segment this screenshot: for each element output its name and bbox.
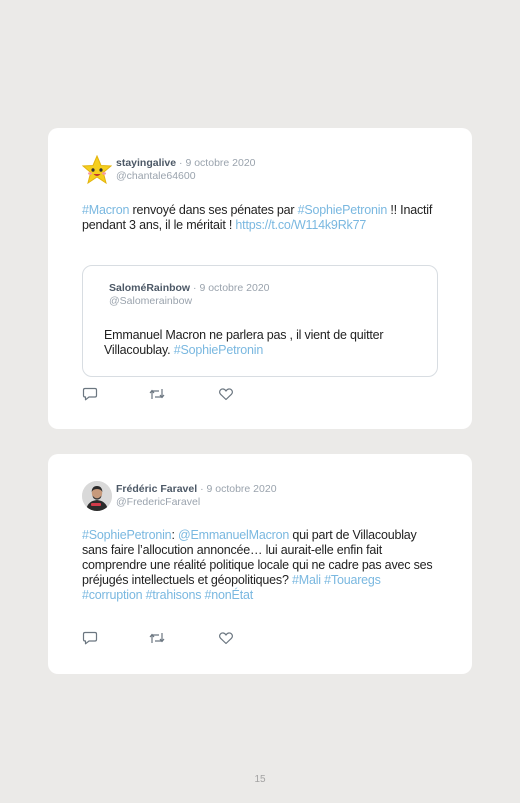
quoted-author-name[interactable]: SaloméRainbow: [109, 282, 190, 294]
url-link[interactable]: https://t.co/W114k9Rk77: [235, 218, 366, 232]
quoted-author-handle[interactable]: @Salomerainbow: [109, 295, 192, 307]
retweet-icon[interactable]: [148, 386, 166, 402]
tweet-card: stayingalive · 9 octobre 2020 @chantale6…: [48, 128, 472, 429]
tweet-date[interactable]: · 9 octobre 2020: [179, 157, 255, 169]
star-smiley-icon: [81, 154, 113, 185]
tweet-header: Frédéric Faravel · 9 octobre 2020 @Frede…: [116, 483, 277, 509]
hashtag-link[interactable]: #SophiePetronin: [298, 203, 388, 217]
author-handle[interactable]: @chantale64600: [116, 170, 196, 182]
retweet-icon[interactable]: [148, 630, 166, 646]
quoted-tweet-text: Emmanuel Macron ne parlera pas , il vien…: [104, 328, 424, 358]
quoted-tweet-header: SaloméRainbow · 9 octobre 2020 @Salomera…: [109, 282, 270, 308]
tweet-text: #SophiePetronin: @EmmanuelMacron qui par…: [82, 528, 438, 603]
quoted-tweet-date[interactable]: · 9 octobre 2020: [193, 282, 269, 294]
author-name[interactable]: Frédéric Faravel: [116, 483, 197, 495]
hashtag-link[interactable]: #SophiePetronin: [174, 343, 264, 357]
tweet-text: #Macron renvoyé dans ses pénates par #So…: [82, 203, 442, 233]
page-number: 15: [254, 774, 266, 785]
tweet-header: stayingalive · 9 octobre 2020 @chantale6…: [116, 157, 256, 183]
hashtag-link[interactable]: #SophiePetronin: [82, 528, 172, 542]
reply-icon[interactable]: [82, 386, 98, 402]
like-icon[interactable]: [218, 386, 234, 402]
tweet-card: Frédéric Faravel · 9 octobre 2020 @Frede…: [48, 454, 472, 674]
quoted-tweet[interactable]: SaloméRainbow · 9 octobre 2020 @Salomera…: [82, 265, 438, 377]
avatar[interactable]: [82, 481, 112, 511]
avatar[interactable]: [81, 154, 113, 185]
author-handle[interactable]: @FredericFaravel: [116, 496, 200, 508]
mention-link[interactable]: @EmmanuelMacron: [178, 528, 289, 542]
person-photo-icon: [82, 481, 112, 511]
hashtag-link[interactable]: #Macron: [82, 203, 129, 217]
text-segment: renvoyé dans ses pénates par: [129, 203, 298, 217]
author-name[interactable]: stayingalive: [116, 157, 176, 169]
like-icon[interactable]: [218, 630, 234, 646]
reply-icon[interactable]: [82, 630, 98, 646]
tweet-date[interactable]: · 9 octobre 2020: [200, 483, 276, 495]
